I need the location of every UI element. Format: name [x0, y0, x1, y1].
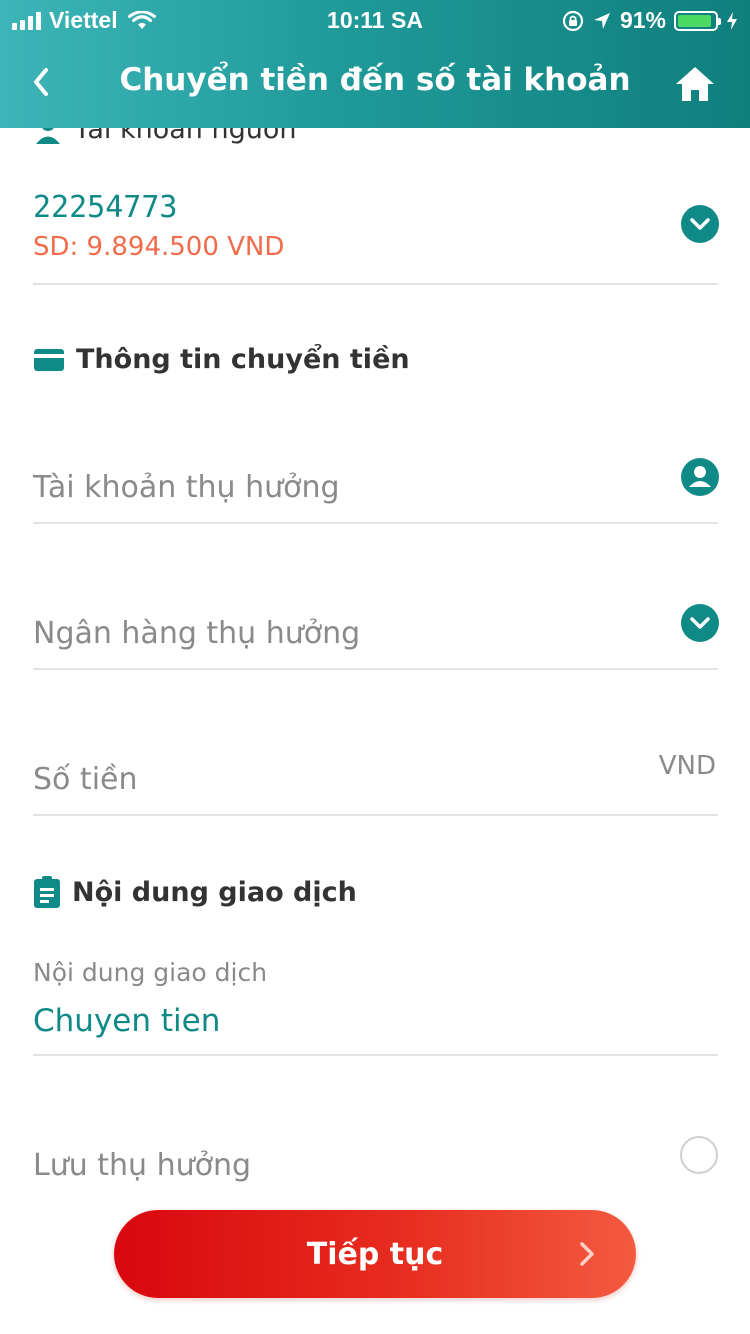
- beneficiary-account-input[interactable]: Tài khoản thụ hưởng: [33, 470, 340, 505]
- divider: [33, 668, 718, 670]
- divider: [33, 283, 718, 285]
- continue-button[interactable]: Tiếp tục: [114, 1210, 636, 1298]
- home-icon: [676, 67, 714, 101]
- page-title: Chuyển tiền đến số tài khoản: [119, 62, 631, 98]
- card-icon: [34, 348, 64, 371]
- source-account-number: 22254773: [33, 190, 178, 225]
- charging-bolt-icon: [727, 11, 737, 30]
- source-account-balance: SD: 9.894.500 VND: [33, 232, 285, 262]
- transfer-info-label: Thông tin chuyển tiền: [34, 344, 410, 375]
- battery-icon: [674, 10, 721, 31]
- source-account-dropdown-button[interactable]: [681, 205, 719, 243]
- amount-unit: VND: [658, 751, 716, 781]
- status-right: 91%: [562, 7, 738, 34]
- beneficiary-bank-dropdown-button[interactable]: [681, 604, 719, 642]
- chevron-right-icon: [580, 1242, 594, 1266]
- app-header: Viettel 10:11 SA 91% Chuyển tiền đến số …: [0, 0, 750, 128]
- amount-input[interactable]: Số tiền: [33, 762, 138, 797]
- location-arrow-icon: [593, 12, 610, 29]
- transaction-content-section-label: Nội dung giao dịch: [34, 876, 357, 908]
- transfer-info-label-text: Thông tin chuyển tiền: [76, 344, 410, 375]
- beneficiary-bank-select[interactable]: Ngân hàng thụ hưởng: [33, 616, 360, 651]
- home-button[interactable]: [674, 64, 716, 104]
- save-beneficiary-radio[interactable]: [680, 1136, 718, 1174]
- transaction-content-section-label-text: Nội dung giao dịch: [72, 876, 357, 908]
- status-bar: Viettel 10:11 SA 91%: [0, 0, 750, 40]
- save-beneficiary-label: Lưu thụ hưởng: [33, 1148, 252, 1183]
- battery-fill: [678, 14, 711, 27]
- divider: [33, 1054, 718, 1056]
- chevron-down-icon: [690, 617, 710, 629]
- contacts-button[interactable]: [681, 458, 719, 500]
- battery-percent: 91%: [619, 7, 666, 33]
- transaction-content-field-label: Nội dung giao dịch: [33, 958, 268, 987]
- clipboard-icon: [34, 876, 60, 908]
- rotation-lock-icon: [562, 10, 584, 31]
- user-circle-icon: [681, 458, 719, 496]
- divider: [33, 814, 718, 816]
- chevron-down-icon: [690, 218, 710, 230]
- transaction-content-input[interactable]: Chuyen tien: [33, 1003, 220, 1039]
- continue-button-label: Tiếp tục: [306, 1236, 444, 1272]
- divider: [33, 522, 718, 524]
